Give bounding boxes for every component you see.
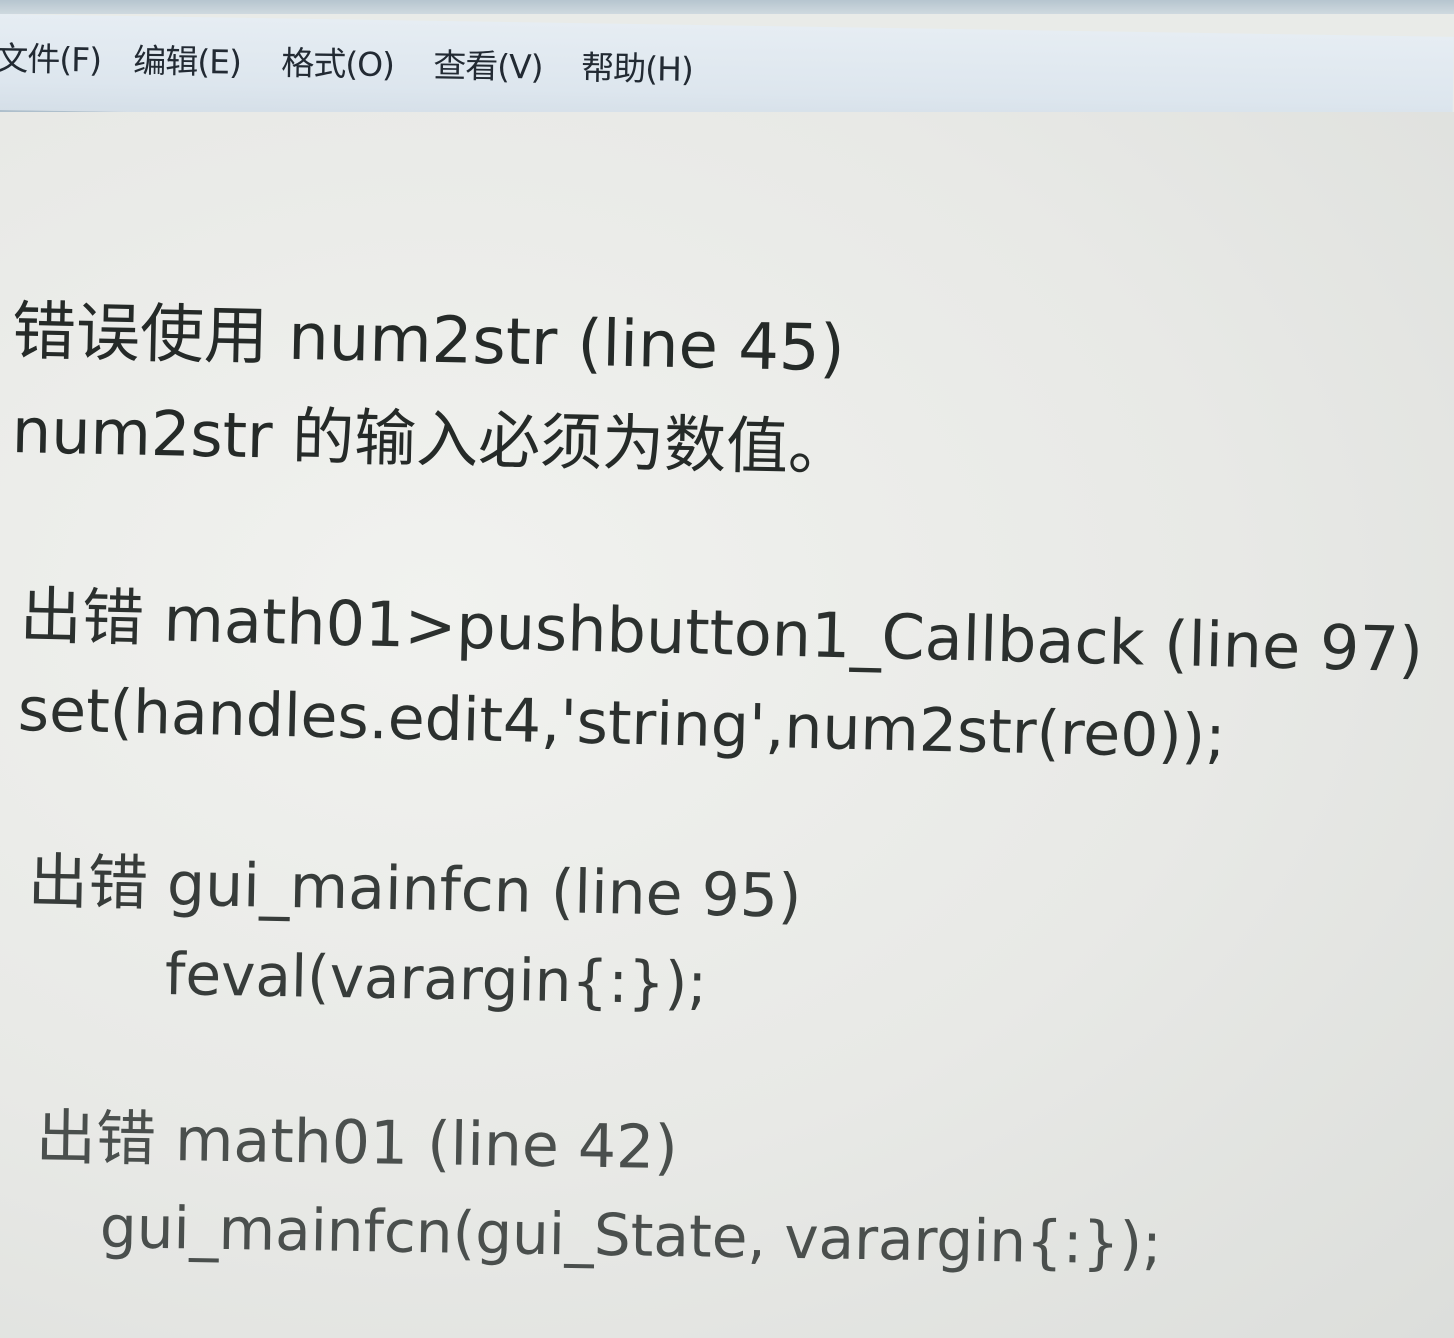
menu-edit[interactable]: 编辑(E)	[133, 34, 241, 84]
menu-file[interactable]: 文件(F)	[0, 32, 101, 82]
error-detail-line: num2str 的输入必须为数值。	[11, 394, 851, 485]
stack-code-line: feval(varargin{:});	[164, 940, 708, 1018]
menu-help[interactable]: 帮助(H)	[581, 41, 693, 91]
error-message-line: 错误使用 num2str (line 45)	[11, 295, 846, 387]
menu-format[interactable]: 格式(O)	[281, 36, 394, 86]
stack-frame-line: 出错 math01 (line 42)	[35, 1103, 679, 1184]
title-bar	[0, 0, 1454, 14]
stack-code-line: gui_mainfcn(gui_State, varargin{:});	[99, 1193, 1163, 1278]
stack-frame-line: 出错 gui_mainfcn (line 95)	[27, 847, 803, 932]
menu-view[interactable]: 查看(V)	[433, 39, 543, 89]
